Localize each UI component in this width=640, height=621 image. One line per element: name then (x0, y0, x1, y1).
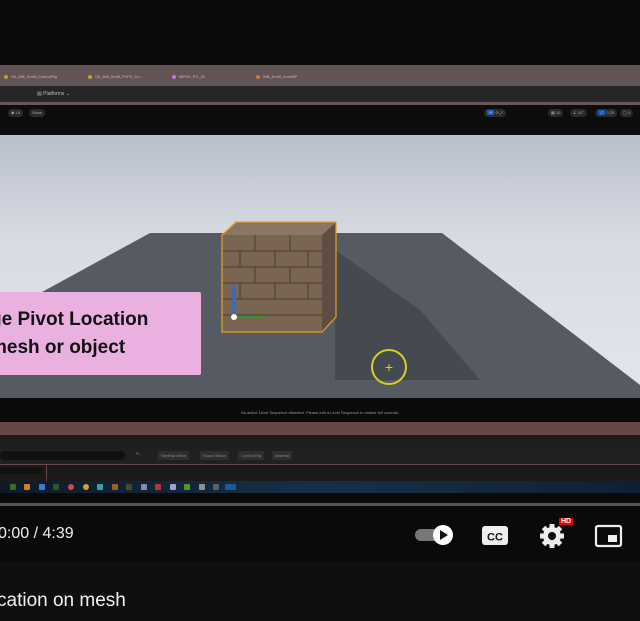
editor-tab[interactable]: SK_Mill_Smiff_FKFK_Co... (88, 74, 143, 79)
hd-badge: HD (559, 518, 574, 525)
filter-bar: ⏷⌄ Skeletal Mesh Sound Wave Control Rig … (0, 447, 640, 465)
filter-chip[interactable]: Skeletal Mesh (158, 451, 190, 460)
lit-label: Lit (15, 110, 20, 115)
asset-icon (4, 74, 8, 79)
grid-value: 10 (555, 110, 561, 115)
app-icon[interactable] (24, 484, 30, 490)
asset-icon (256, 74, 260, 79)
search-input[interactable] (0, 451, 125, 460)
cc-icon: CC (487, 532, 503, 544)
scale-snap-button[interactable]: ⤢ 0.25 (595, 109, 618, 117)
editor-tab[interactable]: MESH_PC_03 (172, 74, 205, 79)
autoplay-toggle[interactable] (413, 524, 457, 546)
app-icon[interactable] (112, 484, 118, 490)
time-display: 0:00 / 4:39 (0, 525, 74, 542)
app-icon[interactable] (68, 484, 74, 490)
move-icon: ✥ (487, 110, 495, 115)
angle-value: 10° (577, 110, 584, 115)
show-label: Show (32, 110, 43, 115)
pivot-point (231, 314, 237, 320)
show-button[interactable]: Show (29, 109, 46, 117)
lit-mode-button[interactable]: ◉ Lit (8, 109, 23, 117)
caption-line-1: ge Pivot Location (0, 309, 149, 330)
platforms-label: Platforms (43, 91, 65, 97)
editor-tab[interactable]: SK_Mill_Smiff_ControlRig (4, 74, 57, 79)
tab-label: MESH_PC_03 (179, 74, 206, 79)
tab-label: SK_Mill_Smiff_ControlRig (11, 74, 57, 79)
caption-overlay: ge Pivot Location mesh or object (0, 292, 201, 375)
viewport-toolbar: ◉ Lit Show ✥ ⟳ ⤢ ▦ 10 ∠ 10° ⤢ 0.25 ▢ 4 (0, 105, 640, 135)
app-icon[interactable] (53, 484, 59, 490)
camera-speed-button[interactable]: ▢ 4 (620, 109, 634, 117)
tab-label: WB_Smiff_AnimBP (263, 74, 298, 79)
captions-button[interactable]: CC (481, 524, 509, 546)
sequencer-panel: No active Level Sequence detected. Pleas… (0, 398, 640, 422)
app-icon[interactable] (141, 484, 147, 490)
filter-icon[interactable]: ⏷⌄ (136, 451, 141, 456)
divider (46, 465, 47, 481)
filter-chip[interactable]: Sound Wave (200, 451, 229, 460)
path-field[interactable] (0, 467, 42, 474)
app-icon[interactable] (39, 484, 45, 490)
asset-icon (172, 74, 176, 79)
filter-chip[interactable]: Material (272, 451, 293, 460)
content-browser-header (0, 435, 640, 447)
content-area (0, 465, 640, 481)
windows-taskbar (0, 481, 640, 493)
app-icon[interactable] (170, 484, 176, 490)
transform-tools[interactable]: ✥ ⟳ ⤢ (484, 109, 507, 117)
scale-icon: ⤢ (598, 110, 606, 115)
app-icon[interactable] (199, 484, 205, 490)
video-frame[interactable]: SK_Mill_Smiff_ControlRig SK_Mill_Smiff_F… (0, 0, 640, 505)
grid-snap-button[interactable]: ▦ 10 (548, 109, 564, 117)
cube-top (222, 222, 336, 235)
editor-tab-bar: SK_Mill_Smiff_ControlRig SK_Mill_Smiff_F… (0, 65, 640, 86)
scale-value: 0.25 (606, 110, 615, 115)
settings-gear-icon[interactable] (538, 522, 566, 550)
asset-icon (88, 74, 92, 79)
camera-value: 4 (627, 110, 631, 115)
active-app-icon[interactable] (225, 484, 236, 490)
app-icon[interactable] (155, 484, 161, 490)
video-title[interactable]: cation on mesh (0, 590, 126, 612)
unreal-icon[interactable] (213, 484, 219, 490)
app-icon[interactable] (10, 484, 16, 490)
caption-line-2: mesh or object (0, 337, 126, 358)
app-icon[interactable] (126, 484, 132, 490)
editor-main-toolbar: ▤ Platforms ⌄ (0, 86, 640, 103)
panel-header (0, 422, 640, 435)
app-icon[interactable] (184, 484, 190, 490)
tab-label: SK_Mill_Smiff_FKFK_Co... (95, 74, 143, 79)
chrome-icon[interactable] (83, 484, 89, 490)
angle-snap-button[interactable]: ∠ 10° (570, 109, 587, 117)
platforms-button[interactable]: ▤ Platforms ⌄ (37, 91, 70, 97)
player-controls: 0:00 / 4:39 CC HD (0, 506, 640, 562)
sequencer-message: No active Level Sequence detected. Pleas… (240, 410, 400, 415)
editor-tab[interactable]: WB_Smiff_AnimBP (256, 74, 297, 79)
app-icon[interactable] (97, 484, 103, 490)
cursor-plus: + (385, 359, 393, 375)
miniplayer-icon[interactable] (594, 523, 624, 549)
cube-side (322, 222, 336, 332)
filter-chip[interactable]: Control Rig (238, 451, 265, 460)
